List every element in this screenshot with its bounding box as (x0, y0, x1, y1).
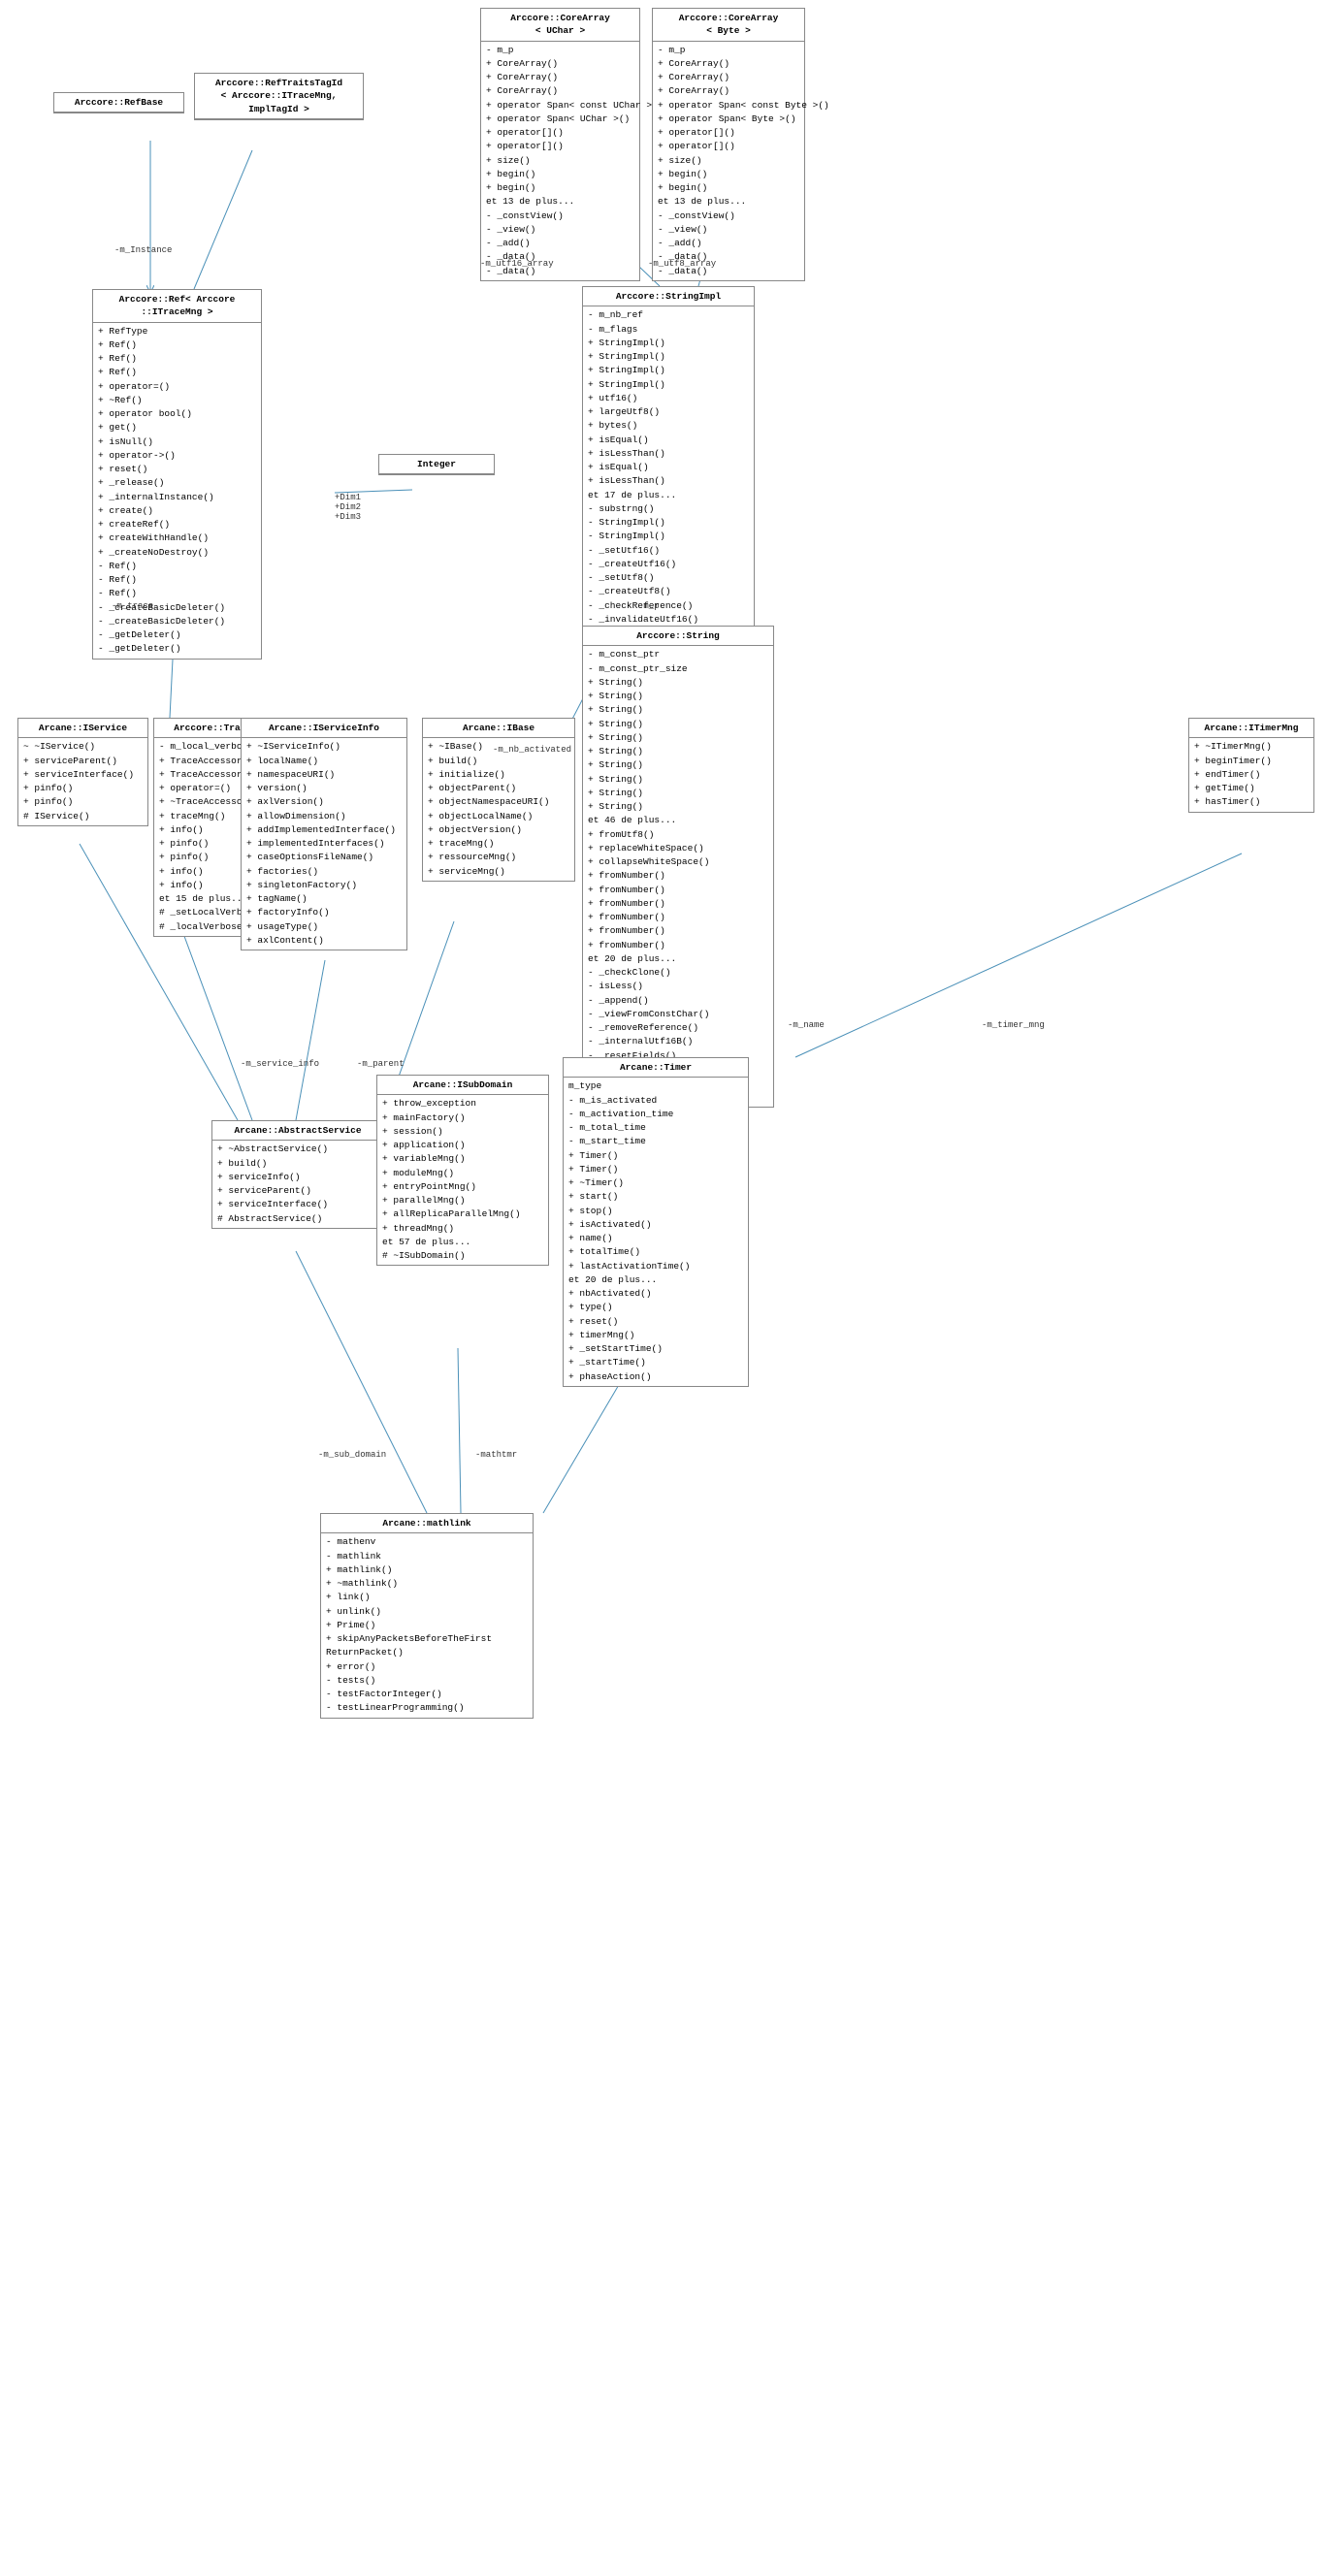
label-m-p: -m_p (638, 601, 660, 611)
label-m-sub-domain: -m_sub_domain (318, 1450, 386, 1460)
box-corearray-byte-title: Arccore::CoreArray< Byte > (653, 9, 804, 42)
label-dim: +Dim1+Dim2+Dim3 (335, 493, 361, 522)
box-abstractservice-title: Arcane::AbstractService (212, 1121, 383, 1141)
box-reftraitstag: Arccore::RefTraitsTagId< Arccore::ITrace… (194, 73, 364, 120)
box-integer: Integer (378, 454, 495, 475)
box-abstractservice-members: + ~AbstractService() + build() + service… (212, 1141, 383, 1228)
box-corearray-uchar: Arccore::CoreArray< UChar > - m_p + Core… (480, 8, 640, 281)
box-iserviceinfo-title: Arcane::IServiceInfo (242, 719, 406, 738)
box-iserviceinfo-members: + ~IServiceInfo() + localName() + namesp… (242, 738, 406, 950)
box-reftraitstag-title: Arccore::RefTraitsTagId< Arccore::ITrace… (195, 74, 363, 119)
box-integer-title: Integer (379, 455, 494, 474)
box-iservice: Arcane::IService ~ ~IService() + service… (17, 718, 148, 826)
box-abstractservice: Arcane::AbstractService + ~AbstractServi… (211, 1120, 384, 1229)
box-itimermng-title: Arcane::ITimerMng (1189, 719, 1313, 738)
box-timer-title: Arcane::Timer (564, 1058, 748, 1078)
box-itimermng-members: + ~ITimerMng() + beginTimer() + endTimer… (1189, 738, 1313, 811)
box-itimermng: Arcane::ITimerMng + ~ITimerMng() + begin… (1188, 718, 1314, 813)
label-m-parent: -m_parent (357, 1059, 405, 1069)
box-corearray-byte: Arccore::CoreArray< Byte > - m_p + CoreA… (652, 8, 805, 281)
box-mathlink-members: - mathenv - mathlink + mathlink() + ~mat… (321, 1533, 533, 1717)
box-iserviceinfo: Arcane::IServiceInfo + ~IServiceInfo() +… (241, 718, 407, 950)
box-iservice-members: ~ ~IService() + serviceParent() + servic… (18, 738, 147, 825)
label-m-trace: -m_trace (112, 601, 153, 611)
box-arccore-string-title: Arccore::String (583, 627, 773, 646)
box-mathlink: Arcane::mathlink - mathenv - mathlink + … (320, 1513, 534, 1719)
box-timer: Arcane::Timer m_type - m_is_activated - … (563, 1057, 749, 1387)
box-corearray-uchar-members: - m_p + CoreArray() + CoreArray() + Core… (481, 42, 639, 280)
box-corearray-uchar-title: Arccore::CoreArray< UChar > (481, 9, 639, 42)
box-stringimpl: Arccore::StringImpl - m_nb_ref - m_flags… (582, 286, 755, 671)
box-ref-title: Arccore::Ref< Arccore::ITraceMng > (93, 290, 261, 323)
box-stringimpl-title: Arccore::StringImpl (583, 287, 754, 306)
box-isubdomain-title: Arcane::ISubDomain (377, 1076, 548, 1095)
label-m-service-info: -m_service_info (241, 1059, 319, 1069)
box-ibase-members: + ~IBase() + build() + initialize() + ob… (423, 738, 574, 881)
label-m-nb-activated: -m_nb_activated (493, 745, 571, 755)
box-refbase-title: Arccore::RefBase (54, 93, 183, 113)
box-timer-members: m_type - m_is_activated - m_activation_t… (564, 1078, 748, 1386)
box-iservice-title: Arcane::IService (18, 719, 147, 738)
box-isubdomain-members: + throw_exception + mainFactory() + sess… (377, 1095, 548, 1265)
diagram-container: Arccore::RefBase Arccore::RefTraitsTagId… (0, 0, 1328, 2576)
label-m-name: -m_name (788, 1020, 825, 1030)
box-ibase: Arcane::IBase + ~IBase() + build() + ini… (422, 718, 575, 882)
label-mathtmr: -mathtmr (475, 1450, 517, 1460)
label-m-utf8: -m_utf8_array (648, 259, 716, 269)
label-m-utf16: -m_utf16_array (480, 259, 554, 269)
label-m-timer-mng: -m_timer_mng (982, 1020, 1045, 1030)
box-refbase: Arccore::RefBase (53, 92, 184, 113)
box-mathlink-title: Arcane::mathlink (321, 1514, 533, 1533)
box-arccore-string-members: - m_const_ptr - m_const_ptr_size + Strin… (583, 646, 773, 1106)
box-stringimpl-members: - m_nb_ref - m_flags + StringImpl() + St… (583, 306, 754, 670)
box-isubdomain: Arcane::ISubDomain + throw_exception + m… (376, 1075, 549, 1266)
box-corearray-byte-members: - m_p + CoreArray() + CoreArray() + Core… (653, 42, 804, 280)
box-arccore-string: Arccore::String - m_const_ptr - m_const_… (582, 626, 774, 1108)
label-m-instance: -m_Instance (114, 245, 172, 255)
box-ibase-title: Arcane::IBase (423, 719, 574, 738)
